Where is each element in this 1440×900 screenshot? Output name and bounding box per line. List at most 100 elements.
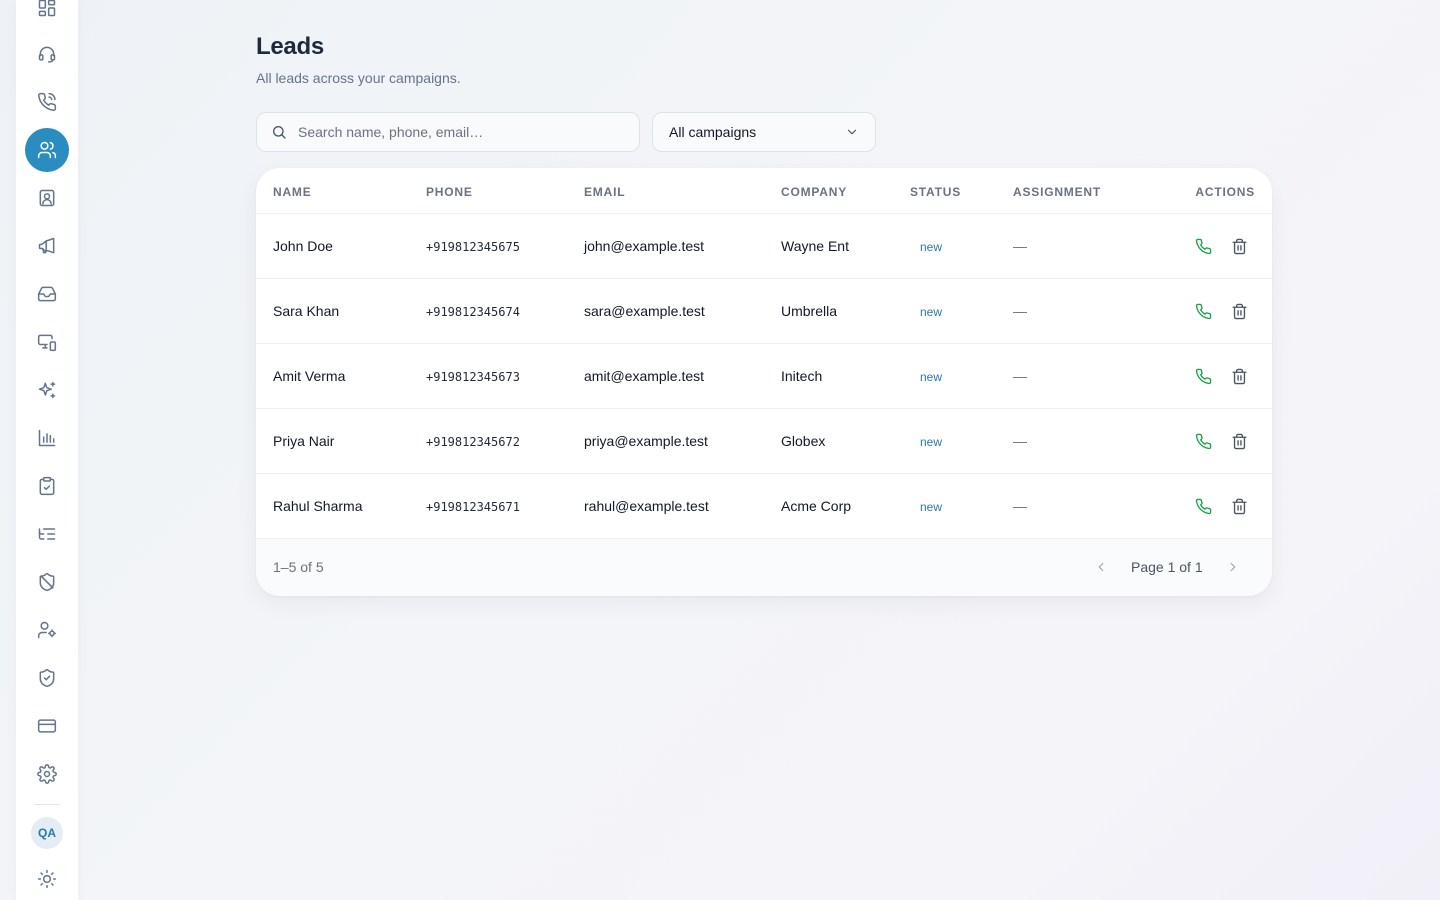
leads-table: NAME PHONE EMAIL COMPANY STATUS ASSIGNME… <box>256 168 1272 596</box>
column-header-phone[interactable]: PHONE <box>426 185 473 199</box>
sidebar-item-billing[interactable] <box>25 704 69 748</box>
lead-company: Wayne Ent <box>781 238 849 254</box>
devices-icon <box>37 334 57 352</box>
sidebar-item-analytics[interactable] <box>25 416 69 460</box>
column-header-status[interactable]: STATUS <box>910 185 961 199</box>
results-range: 1–5 of 5 <box>273 559 324 575</box>
phone-icon <box>1195 368 1211 384</box>
status-badge: new <box>920 500 943 514</box>
sidebar-item-inbox[interactable] <box>25 272 69 316</box>
delete-button[interactable] <box>1229 301 1249 321</box>
sidebar-item-ai[interactable] <box>25 368 69 412</box>
next-page-button[interactable] <box>1222 556 1244 578</box>
column-header-name[interactable]: NAME <box>273 185 312 199</box>
lead-assignment: — <box>1013 303 1027 319</box>
search-input[interactable] <box>298 124 618 140</box>
column-header-email[interactable]: EMAIL <box>584 185 625 199</box>
table-row[interactable]: Sara Khan +919812345674 sara@example.tes… <box>256 279 1272 344</box>
call-button[interactable] <box>1193 496 1213 516</box>
trash-icon <box>1231 238 1247 254</box>
sidebar-item-contacts[interactable] <box>25 176 69 220</box>
sidebar-item-support[interactable] <box>25 32 69 76</box>
page-subtitle: All leads across your campaigns. <box>256 70 461 86</box>
sun-icon <box>37 869 57 889</box>
phone-icon <box>1195 498 1211 514</box>
user-avatar[interactable]: QA <box>31 817 63 849</box>
lead-phone: +919812345671 <box>426 500 520 514</box>
table-footer: 1–5 of 5 Page 1 of 1 <box>256 539 1272 596</box>
sidebar: QA <box>16 0 78 900</box>
sidebar-item-blocked[interactable] <box>25 560 69 604</box>
call-button[interactable] <box>1193 301 1213 321</box>
trash-icon <box>1231 433 1247 449</box>
chevron-left-icon <box>1098 562 1104 572</box>
table-header: NAME PHONE EMAIL COMPANY STATUS ASSIGNME… <box>256 168 1272 214</box>
lead-assignment: — <box>1013 238 1027 254</box>
lead-email: amit@example.test <box>584 368 705 384</box>
phone-icon <box>1195 238 1211 254</box>
lead-company: Initech <box>781 368 823 384</box>
search-field[interactable] <box>256 112 640 152</box>
lead-company: Umbrella <box>781 303 838 319</box>
status-badge: new <box>920 240 943 254</box>
phone-call-icon <box>38 92 57 111</box>
theme-toggle-button[interactable] <box>25 857 69 900</box>
table-row[interactable]: John Doe +919812345675 john@example.test… <box>256 214 1272 279</box>
lead-name: Sara Khan <box>273 303 340 319</box>
user-cog-icon <box>37 621 57 639</box>
lead-email: john@example.test <box>584 238 705 254</box>
column-header-assignment[interactable]: ASSIGNMENT <box>1013 185 1101 199</box>
table-row[interactable]: Priya Nair +919812345672 priya@example.t… <box>256 409 1272 474</box>
lead-assignment: — <box>1013 498 1027 514</box>
table-row[interactable]: Amit Verma +919812345673 amit@example.te… <box>256 344 1272 409</box>
page-indicator: Page 1 of 1 <box>1131 559 1203 575</box>
call-button[interactable] <box>1193 431 1213 451</box>
sidebar-item-lists[interactable] <box>25 512 69 556</box>
status-badge: new <box>920 305 943 319</box>
sidebar-item-compliance[interactable] <box>25 656 69 700</box>
campaign-select[interactable]: All campaigns <box>652 112 876 152</box>
phone-icon <box>1195 303 1211 319</box>
trash-icon <box>1231 303 1247 319</box>
sidebar-item-settings[interactable] <box>25 752 69 796</box>
lead-name: Amit Verma <box>273 368 346 384</box>
delete-button[interactable] <box>1229 236 1249 256</box>
lead-assignment: — <box>1013 368 1027 384</box>
lead-phone: +919812345674 <box>426 305 520 319</box>
lead-name: Rahul Sharma <box>273 498 363 514</box>
lead-company: Globex <box>781 433 826 449</box>
sidebar-item-campaigns[interactable] <box>25 224 69 268</box>
sidebar-item-tasks[interactable] <box>25 464 69 508</box>
bar-chart-icon <box>38 429 56 447</box>
lead-assignment: — <box>1013 433 1027 449</box>
delete-button[interactable] <box>1229 366 1249 386</box>
page-title: Leads <box>256 33 324 60</box>
sidebar-item-user-settings[interactable] <box>25 608 69 652</box>
dashboard-icon <box>38 0 56 17</box>
delete-button[interactable] <box>1229 496 1249 516</box>
sidebar-item-calls[interactable] <box>25 80 69 124</box>
call-button[interactable] <box>1193 366 1213 386</box>
trash-icon <box>1231 368 1247 384</box>
phone-icon <box>1195 433 1211 449</box>
column-header-actions: ACTIONS <box>1195 185 1255 199</box>
sidebar-item-devices[interactable] <box>25 320 69 364</box>
sidebar-item-dashboard[interactable] <box>25 0 69 30</box>
list-tree-icon <box>38 528 56 540</box>
column-header-company[interactable]: COMPANY <box>781 185 847 199</box>
lead-email: priya@example.test <box>584 433 708 449</box>
lead-name: John Doe <box>273 238 333 254</box>
previous-page-button[interactable] <box>1090 556 1112 578</box>
call-button[interactable] <box>1193 236 1213 256</box>
lead-email: rahul@example.test <box>584 498 709 514</box>
inbox-icon <box>37 286 57 302</box>
shield-check-icon <box>39 668 55 688</box>
sidebar-divider <box>34 804 60 805</box>
lead-name: Priya Nair <box>273 433 335 449</box>
lead-company: Acme Corp <box>781 498 852 514</box>
lead-phone: +919812345672 <box>426 435 520 449</box>
delete-button[interactable] <box>1229 431 1249 451</box>
sidebar-item-leads[interactable] <box>25 128 69 172</box>
status-badge: new <box>920 435 943 449</box>
table-row[interactable]: Rahul Sharma +919812345671 rahul@example… <box>256 474 1272 539</box>
